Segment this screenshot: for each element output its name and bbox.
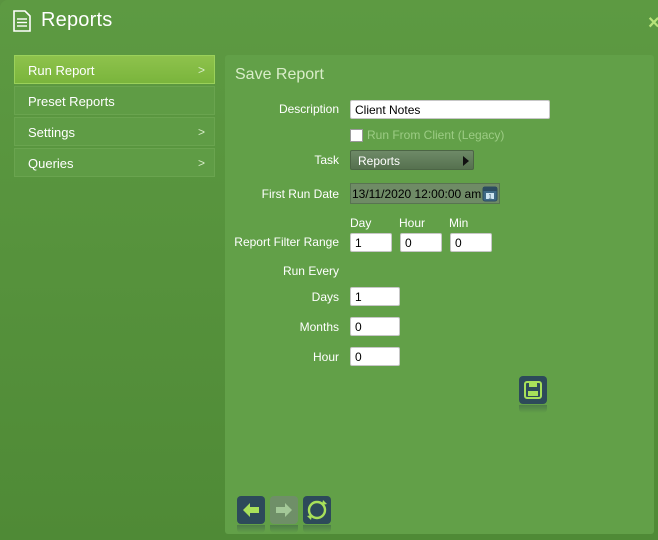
- first-run-date-label: First Run Date: [261, 187, 339, 201]
- task-value: Reports: [358, 154, 401, 168]
- first-run-date-value: 13/11/2020 12:00:00 am: [352, 187, 482, 201]
- refresh-icon[interactable]: [303, 496, 331, 524]
- save-icon[interactable]: [519, 376, 547, 404]
- chevron-right-icon: >: [197, 156, 205, 170]
- chevron-right-icon: >: [197, 125, 205, 139]
- sidebar-item-settings[interactable]: Settings >: [14, 117, 215, 146]
- months-label: Months: [299, 320, 339, 334]
- filter-hour-input[interactable]: [400, 233, 442, 252]
- run-every-label: Run Every: [282, 264, 339, 278]
- hour-label: Hour: [312, 350, 339, 364]
- caret-right-icon: [463, 156, 469, 166]
- title-bar: Reports ×: [0, 0, 658, 44]
- run-from-client-checkbox[interactable]: [350, 129, 363, 142]
- sidebar-item-preset-reports[interactable]: Preset Reports: [14, 86, 215, 115]
- description-label: Description: [278, 102, 339, 116]
- run-every-months-input[interactable]: [350, 317, 400, 336]
- report-filter-range-label: Report Filter Range: [234, 235, 339, 249]
- save-reflection: [519, 405, 547, 413]
- arrow-left-icon[interactable]: [237, 496, 265, 524]
- reports-window: Reports × Run Report > Preset Reports Se…: [0, 0, 658, 540]
- panel-title: Save Report: [235, 66, 324, 83]
- sidebar-item-label: Queries: [28, 156, 74, 171]
- task-label: Task: [314, 153, 339, 167]
- task-dropdown[interactable]: Reports: [350, 150, 474, 170]
- sidebar-item-label: Settings: [28, 125, 75, 140]
- run-from-client-label: Run From Client (Legacy): [367, 128, 505, 142]
- hour-column-label: Hour: [399, 216, 426, 230]
- arrow-right-icon[interactable]: [270, 496, 298, 524]
- chevron-right-icon: >: [197, 63, 205, 77]
- first-run-date-field[interactable]: 13/11/2020 12:00:00 am 1: [350, 183, 500, 204]
- back-reflection: [237, 525, 265, 533]
- sidebar-item-label: Preset Reports: [28, 94, 115, 109]
- calendar-icon[interactable]: 1: [482, 185, 498, 202]
- window-title: Reports: [41, 9, 113, 31]
- close-icon[interactable]: ×: [648, 12, 658, 35]
- days-label: Days: [311, 290, 339, 304]
- document-icon: [13, 10, 31, 32]
- description-input[interactable]: [350, 100, 550, 119]
- sidebar-item-queries[interactable]: Queries >: [14, 148, 215, 177]
- min-column-label: Min: [449, 216, 469, 230]
- filter-min-input[interactable]: [450, 233, 492, 252]
- sidebar-item-label: Run Report: [28, 63, 95, 78]
- sidebar: Run Report > Preset Reports Settings > Q…: [14, 55, 215, 179]
- forward-reflection: [270, 525, 298, 533]
- run-every-days-input[interactable]: [350, 287, 400, 306]
- refresh-reflection: [303, 525, 331, 533]
- run-every-hour-input[interactable]: [350, 347, 400, 366]
- filter-day-input[interactable]: [350, 233, 392, 252]
- save-report-panel: Save Report Description Run From Client …: [225, 55, 654, 534]
- sidebar-item-run-report[interactable]: Run Report >: [14, 55, 215, 84]
- day-column-label: Day: [350, 216, 372, 230]
